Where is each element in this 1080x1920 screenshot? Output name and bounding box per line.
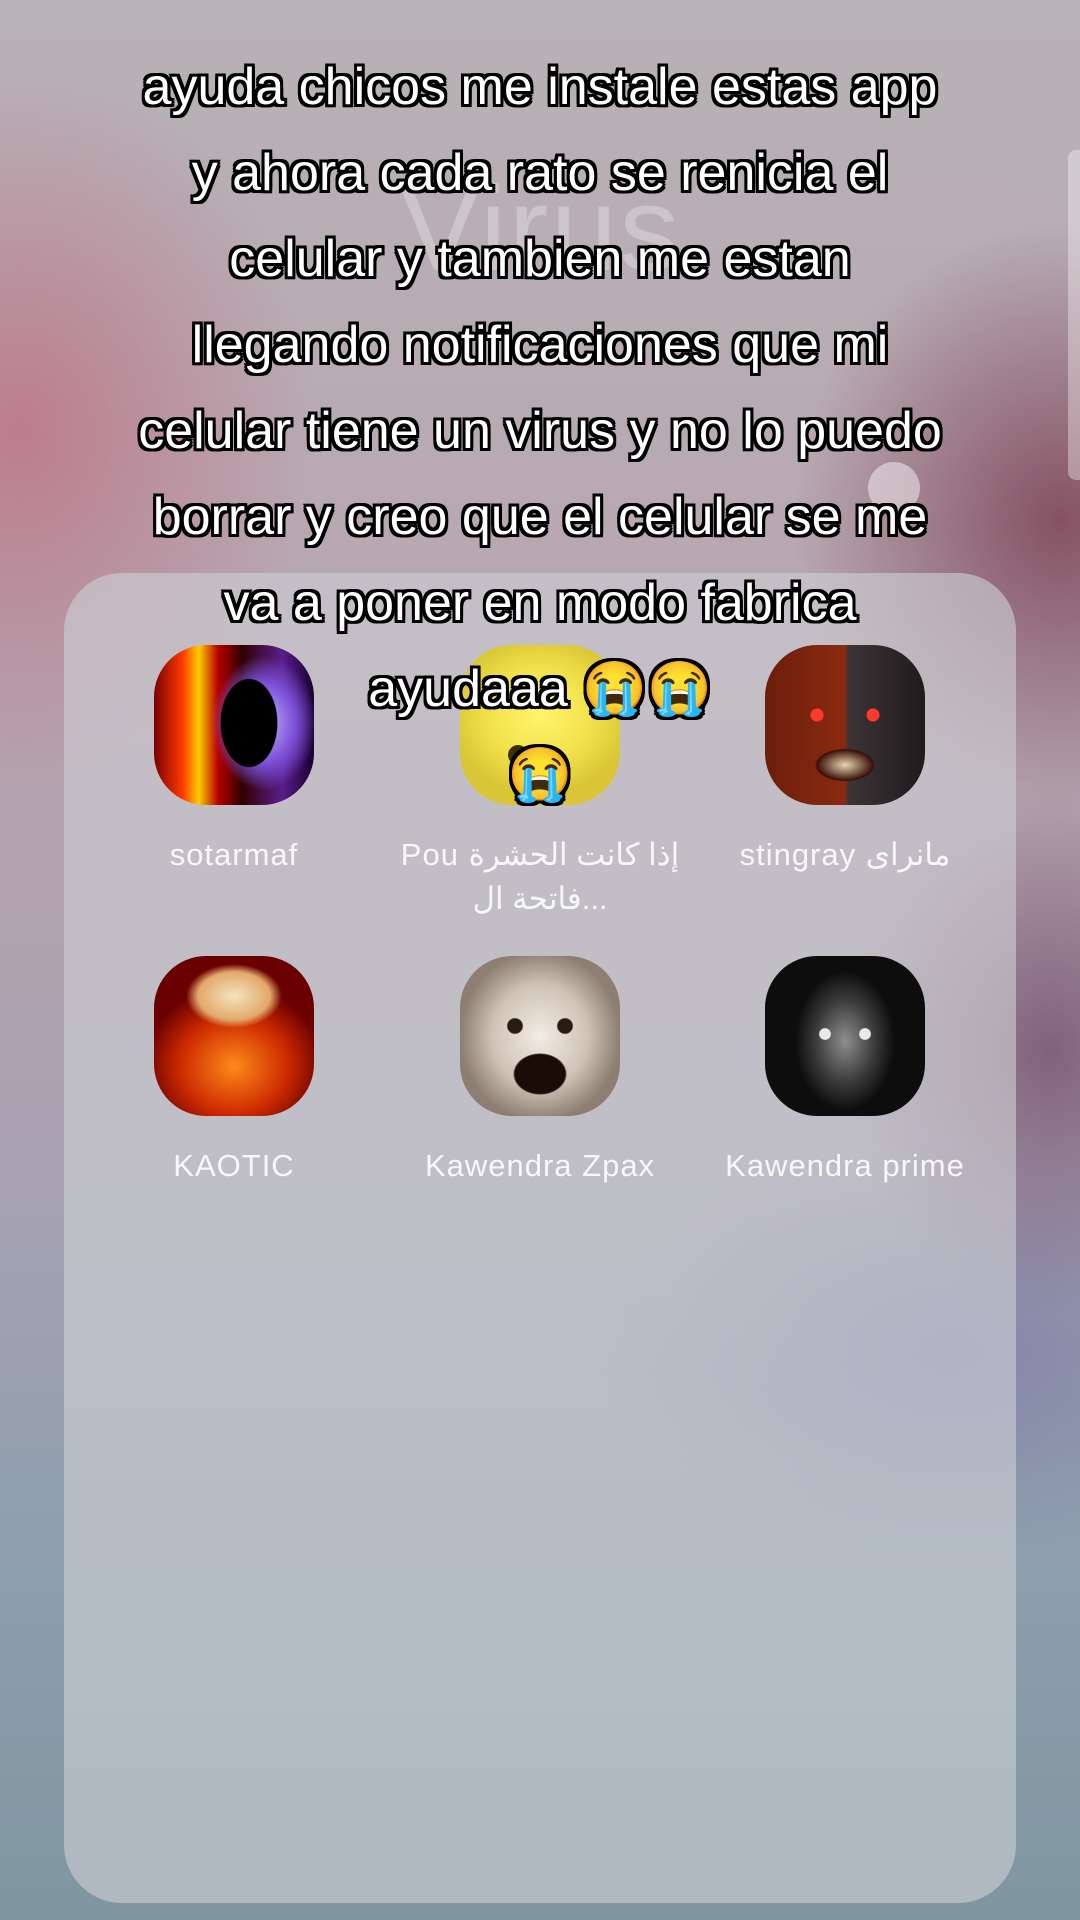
app-label: KAOTIC [173, 1148, 295, 1183]
edge-panel-handle[interactable] [1068, 150, 1080, 480]
dark-monster-icon[interactable] [765, 956, 925, 1116]
app-label: Kawendra prime [725, 1148, 965, 1183]
app-label: stingray مانرای [739, 837, 951, 872]
app-label: sotarmaf [169, 837, 299, 872]
app-kawendra-prime[interactable]: Kawendra prime [695, 956, 995, 1188]
app-label: Pou إذا كانت الحشرة فاتحة ال... [400, 837, 680, 916]
clown-face-icon[interactable] [460, 956, 620, 1116]
app-kawendra-zpax[interactable]: Kawendra Zpax [390, 956, 690, 1188]
app-label: Kawendra Zpax [424, 1148, 656, 1183]
overlay-caption: ayuda chicos me instale estas app y ahor… [138, 58, 942, 804]
app-kaotic[interactable]: KAOTIC [84, 956, 384, 1188]
explosion-icon[interactable] [154, 956, 314, 1116]
